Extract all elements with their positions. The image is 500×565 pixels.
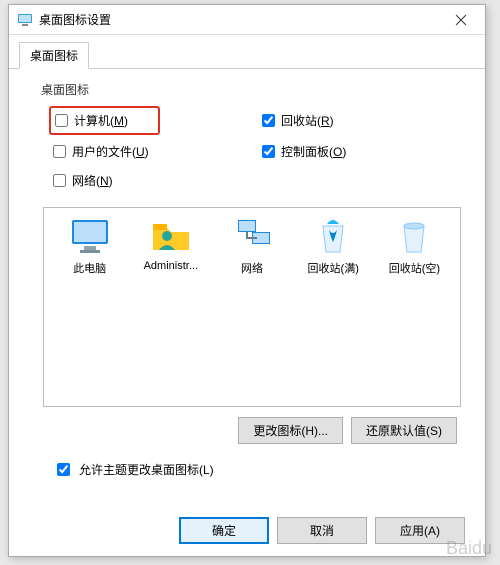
icon-buttons-row: 更改图标(H)... 还原默认值(S): [43, 417, 457, 444]
tab-bar: 桌面图标: [9, 35, 485, 69]
dialog-window: 桌面图标设置 桌面图标 桌面图标 计算机(M) 回收站(R): [8, 4, 486, 557]
list-item-thispc[interactable]: 此电脑: [50, 216, 129, 398]
checkbox-label-network: 网络(N): [72, 172, 113, 189]
list-item-admin[interactable]: Administr...: [131, 216, 210, 398]
checkbox-computer[interactable]: [55, 114, 68, 127]
dialog-buttons-row: 确定 取消 应用(A): [179, 517, 465, 544]
change-icon-button[interactable]: 更改图标(H)...: [238, 417, 343, 444]
list-item-network[interactable]: 网络: [212, 216, 291, 398]
group-label-desktop-icons: 桌面图标: [29, 81, 465, 104]
checkbox-label-controlpanel: 控制面板(O): [281, 143, 346, 160]
checkbox-row-computer: 计算机(M): [53, 110, 242, 131]
user-folder-icon: [149, 216, 193, 256]
checkbox-row-userfiles: 用户的文件(U): [53, 143, 242, 160]
checkbox-network[interactable]: [53, 174, 66, 187]
network-icon: [230, 216, 274, 256]
restore-defaults-button[interactable]: 还原默认值(S): [351, 417, 457, 444]
checkbox-label-recyclebin: 回收站(R): [281, 112, 334, 129]
monitor-icon: [17, 12, 33, 28]
checkbox-row-theme: 允许主题更改桌面图标(L): [53, 460, 465, 479]
checkbox-group: 计算机(M) 回收站(R) 用户的文件(U) 控制面板(O) 网络: [43, 104, 461, 444]
checkbox-label-theme: 允许主题更改桌面图标(L): [79, 461, 214, 478]
recyclebin-full-icon: [311, 216, 355, 256]
item-label: 网络: [241, 260, 263, 276]
checkbox-controlpanel[interactable]: [262, 145, 275, 158]
highlight-computer: 计算机(M): [49, 106, 160, 135]
checkbox-row-controlpanel: 控制面板(O): [262, 143, 451, 160]
cancel-button[interactable]: 取消: [277, 517, 367, 544]
content-area: 桌面图标 计算机(M) 回收站(R) 用户的文件(U): [9, 69, 485, 489]
window-title: 桌面图标设置: [39, 11, 441, 28]
icon-preview-list: 此电脑 Administr... 网络 回收站(满) 回收站(空): [43, 207, 461, 407]
item-label: 回收站(满): [308, 260, 359, 276]
item-label: 回收站(空): [389, 260, 440, 276]
checkbox-userfiles[interactable]: [53, 145, 66, 158]
close-icon: [455, 14, 467, 26]
apply-button[interactable]: 应用(A): [375, 517, 465, 544]
tab-desktop-icons[interactable]: 桌面图标: [19, 42, 89, 69]
checkbox-theme[interactable]: [57, 463, 70, 476]
list-item-recyclebin-full[interactable]: 回收站(满): [294, 216, 373, 398]
checkbox-label-computer: 计算机(M): [74, 112, 128, 129]
recyclebin-empty-icon: [392, 216, 436, 256]
checkbox-row-network: 网络(N): [53, 172, 242, 189]
item-label: Administr...: [144, 260, 198, 272]
checkbox-recyclebin[interactable]: [262, 114, 275, 127]
monitor-icon: [68, 216, 112, 256]
close-button[interactable]: [441, 6, 481, 34]
item-label: 此电脑: [73, 260, 106, 276]
checkbox-row-recyclebin: 回收站(R): [262, 110, 451, 131]
checkbox-label-userfiles: 用户的文件(U): [72, 143, 149, 160]
titlebar: 桌面图标设置: [9, 5, 485, 35]
ok-button[interactable]: 确定: [179, 517, 269, 544]
list-item-recyclebin-empty[interactable]: 回收站(空): [375, 216, 454, 398]
